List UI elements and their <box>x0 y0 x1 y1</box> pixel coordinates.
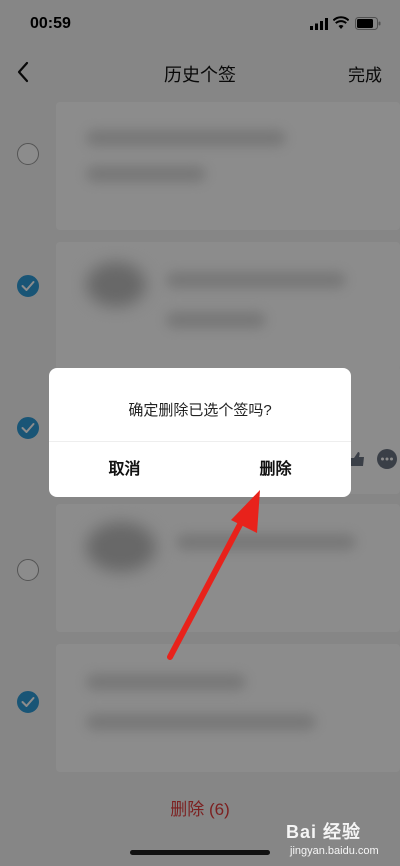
confirm-delete-button[interactable]: 删除 <box>200 442 351 497</box>
cancel-button[interactable]: 取消 <box>49 442 200 497</box>
confirm-delete-dialog: 确定删除已选个签吗? 取消 删除 <box>49 368 351 497</box>
watermark-sub: jingyan.baidu.com <box>290 845 379 857</box>
watermark-main: Bai 经验 <box>286 822 362 842</box>
baidu-jingyan-watermark: Bai 经验 jingyan.baidu.com <box>286 818 396 862</box>
dialog-message: 确定删除已选个签吗? <box>128 402 272 419</box>
home-indicator <box>130 850 270 855</box>
app-screen: 00:59 历史个签 完成 删除 (6) Bai 经验 jingyan.baid… <box>0 0 400 866</box>
